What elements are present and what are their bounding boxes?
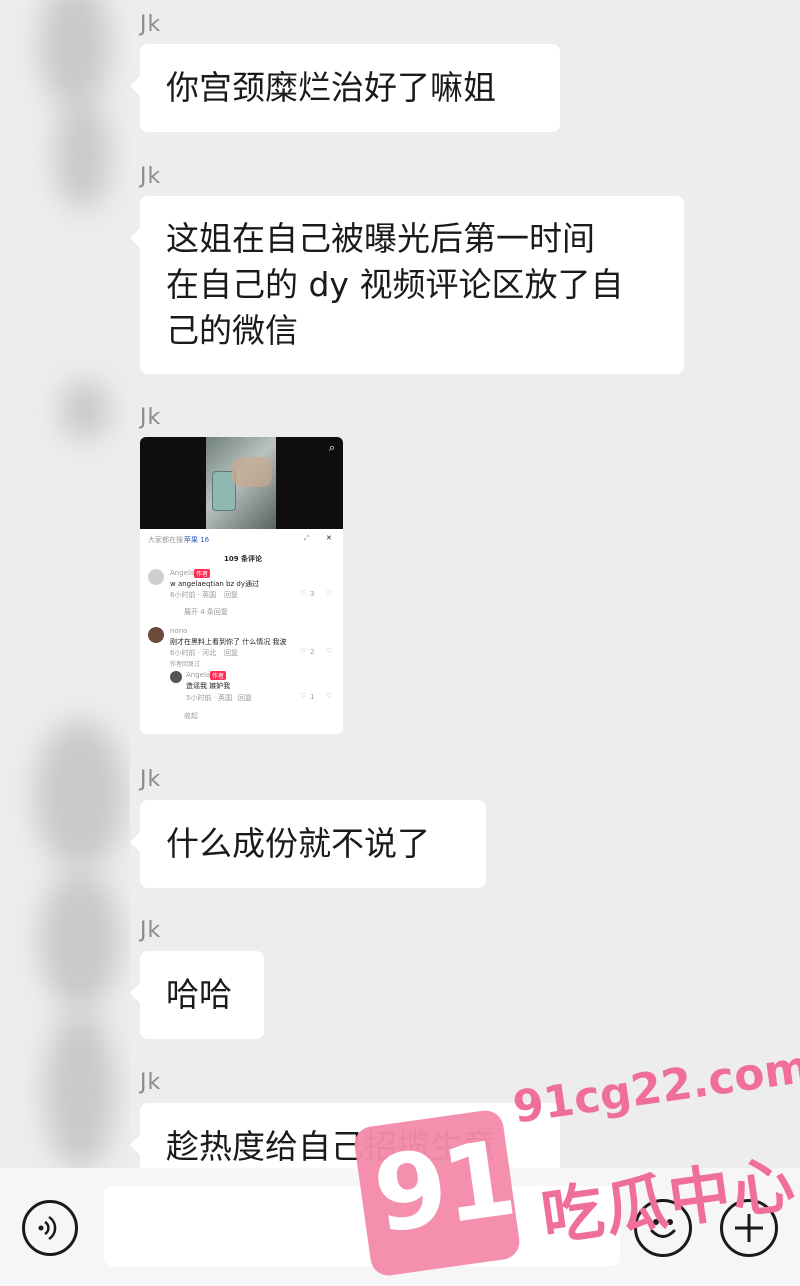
comment-meta: 6小时前 · 河北 — [170, 649, 217, 657]
avatar — [170, 671, 182, 683]
author-replied-note: 作者回复过 — [170, 661, 201, 668]
avatar — [148, 627, 164, 643]
banner-query: 苹果 16 — [184, 536, 210, 544]
comment-user: Angela — [186, 671, 211, 679]
author-badge: 作者 — [194, 569, 211, 578]
comment-text: 刚才在黑料上看到你了 什么情况 我波 — [170, 638, 287, 646]
video-frame: ⌕ — [140, 437, 343, 529]
message-text: 你宫颈糜烂治好了嘛姐 — [166, 68, 496, 107]
heart-icon: ♡ — [300, 589, 307, 597]
message-text: 哈哈 — [166, 975, 232, 1014]
comment-reply: 回复 — [224, 649, 238, 657]
sender-name: Jk — [140, 918, 162, 943]
author-badge: 作者 — [210, 671, 227, 680]
sender-name: Jk — [140, 164, 162, 189]
comment-count: 109 条评论 — [224, 555, 263, 563]
like-count: 1 — [310, 693, 315, 701]
search-icon: ⌕ — [328, 441, 335, 454]
close-icon: ✕ — [326, 534, 332, 542]
dislike-icon: ♡ — [326, 692, 333, 700]
message-text: 什么成份就不说了 — [166, 824, 430, 863]
dislike-icon: ♡ — [326, 647, 333, 655]
comment-text: w angelaeqtian bz dy通过 — [170, 580, 259, 588]
heart-icon: ♡ — [300, 647, 307, 655]
watermark-number: 91 — [366, 1117, 520, 1257]
sender-name: Jk — [140, 1070, 162, 1095]
comment-text: 造谣我 嫉妒我 — [186, 682, 231, 690]
comment-sheet: 大家都在搜： 苹果 16 ⤢ ✕ 109 条评论 Angela 作者 w ang… — [140, 529, 343, 734]
message-bubble[interactable]: 这姐在自己被曝光后第一时间 在自己的 dy 视频评论区放了自 己的微信 — [130, 196, 684, 374]
comment-reply: 回复 — [224, 591, 238, 599]
expand-icon: ⤢ — [304, 534, 310, 542]
message-bubble[interactable]: 你宫颈糜烂治好了嘛姐 — [130, 44, 560, 132]
heart-icon: ♡ — [300, 692, 307, 700]
avatar — [148, 569, 164, 585]
image-message[interactable]: ⌕ 大家都在搜： 苹果 16 ⤢ ✕ 109 条评论 Angela 作者 w a… — [140, 437, 343, 734]
comment-reply: 回复 — [238, 694, 252, 702]
comment-user: nono — [170, 627, 188, 635]
watermark-url: 91cg22.com — [509, 1041, 800, 1134]
message-bubble[interactable]: 什么成份就不说了 — [130, 800, 486, 888]
message-text: 在自己的 dy 视频评论区放了自 — [166, 265, 624, 304]
comment-meta: 6小时前 · 英国 — [170, 591, 217, 599]
blurred-avatar-column — [0, 0, 130, 1180]
collapse-replies: 收起 — [184, 712, 198, 720]
like-count: 2 — [310, 648, 315, 656]
like-count: 3 — [310, 590, 315, 598]
sender-name: Jk — [140, 12, 162, 37]
message-text: 己的微信 — [166, 311, 298, 350]
dislike-icon: ♡ — [326, 589, 333, 597]
sender-name: Jk — [140, 767, 162, 792]
expand-replies: 展开 4 条回复 — [184, 608, 228, 616]
sender-name: Jk — [140, 405, 162, 430]
voice-button[interactable] — [22, 1200, 78, 1256]
comment-user: Angela — [170, 569, 195, 577]
message-text: 这姐在自己被曝光后第一时间 — [166, 219, 595, 258]
comment-meta: 5小时前 · 英国 — [186, 694, 233, 702]
message-bubble[interactable]: 哈哈 — [130, 951, 264, 1039]
voice-icon — [38, 1215, 57, 1241]
